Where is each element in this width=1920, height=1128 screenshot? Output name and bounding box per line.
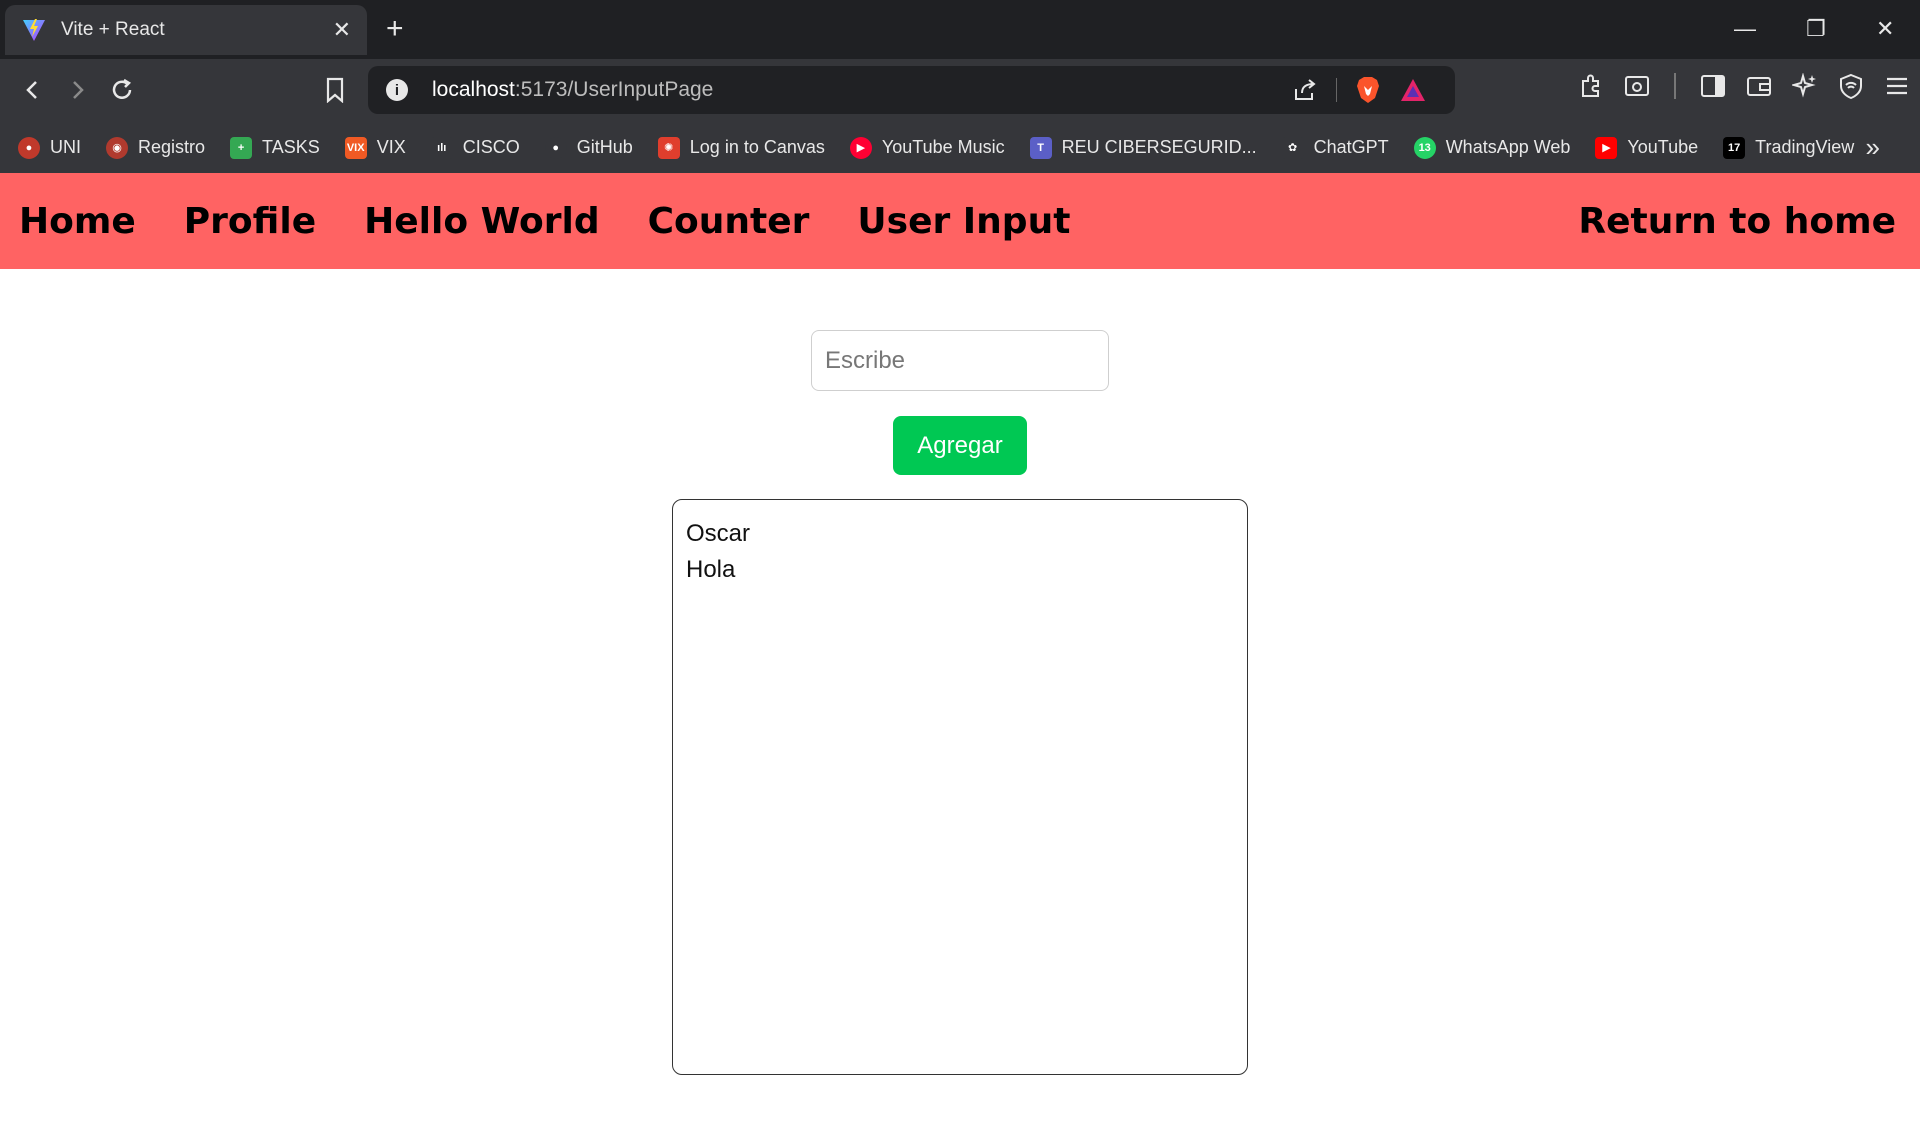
bookmark-label: YouTube	[1627, 137, 1699, 157]
extensions-icon[interactable]	[1578, 73, 1604, 99]
list-item: Hola	[686, 556, 736, 583]
bookmark-vix[interactable]: VIX VIX	[344, 136, 406, 159]
brave-rewards-icon[interactable]	[1399, 77, 1427, 103]
browser-tab-bar: Vite + React ✕ + — ❐ ✕	[0, 0, 1920, 59]
bookmark-whatsapp-web[interactable]: 13 WhatsApp Web	[1413, 136, 1571, 159]
bookmark-label: YouTube Music	[881, 137, 1005, 157]
reading-mode-icon[interactable]	[1624, 73, 1650, 99]
canvas-icon: ✺	[657, 136, 680, 159]
teams-icon: T	[1029, 136, 1052, 159]
bookmark-icon[interactable]	[318, 73, 352, 107]
bookmark-label: VIX	[376, 137, 406, 157]
bookmark-registro[interactable]: ◉ Registro	[106, 136, 206, 159]
uni-icon: ●	[18, 136, 40, 159]
add-button[interactable]: Agregar	[893, 416, 1027, 475]
app-navbar: Home Profile Hello World Counter User In…	[0, 173, 1920, 269]
bookmark-label: Registro	[138, 137, 206, 157]
leo-ai-icon[interactable]	[1792, 73, 1818, 99]
youtube-icon: ▶	[1595, 136, 1618, 159]
nav-profile-link[interactable]: Profile	[184, 201, 316, 242]
bookmark-chatgpt[interactable]: ✿ ChatGPT	[1281, 136, 1389, 159]
bookmark-label: TradingView	[1755, 137, 1855, 157]
bookmark-label: UNI	[50, 137, 81, 157]
youtube-music-icon: ▶	[849, 136, 872, 159]
new-tab-icon[interactable]: +	[386, 12, 404, 46]
text-input[interactable]	[811, 330, 1109, 391]
bookmark-label: REU CIBERSEGURID...	[1061, 137, 1257, 157]
window-close-icon[interactable]: ✕	[1876, 12, 1894, 46]
bookmark-label: TASKS	[262, 137, 320, 157]
restore-icon[interactable]: ❐	[1806, 12, 1826, 46]
tasks-icon: +	[230, 136, 253, 159]
whatsapp-icon: 13	[1413, 136, 1436, 159]
address-bar[interactable]: i localhost:5173/UserInputPage	[368, 66, 1455, 114]
bookmark-youtube-music[interactable]: ▶ YouTube Music	[849, 136, 1005, 159]
url-divider	[1336, 78, 1337, 102]
wallet-icon[interactable]	[1746, 73, 1772, 99]
browser-toolbar: i localhost:5173/UserInputPage	[0, 59, 1920, 122]
items-list: Oscar Hola	[672, 499, 1248, 1075]
bookmark-label: GitHub	[576, 137, 633, 157]
tradingview-icon: 17	[1723, 136, 1746, 159]
list-item: Oscar	[686, 520, 751, 547]
github-icon: ●	[544, 136, 567, 159]
toolbar-divider	[1674, 73, 1676, 99]
bookmark-label: WhatsApp Web	[1445, 137, 1571, 157]
back-icon[interactable]	[16, 73, 50, 107]
cisco-icon: ılı	[430, 136, 453, 159]
bookmark-youtube[interactable]: ▶ YouTube	[1595, 136, 1699, 159]
bookmark-label: ChatGPT	[1313, 137, 1389, 157]
bookmark-log-in-to-canvas[interactable]: ✺ Log in to Canvas	[657, 136, 825, 159]
reload-icon[interactable]	[105, 73, 139, 107]
bookmark-cisco[interactable]: ılı CISCO	[430, 136, 520, 159]
brave-shields-icon[interactable]	[1355, 76, 1381, 104]
sidebar-icon[interactable]	[1700, 73, 1726, 99]
bookmark-label: Log in to Canvas	[689, 137, 825, 157]
bookmark-tradingview[interactable]: 17 TradingView	[1723, 136, 1855, 159]
site-info-icon[interactable]: i	[386, 79, 408, 101]
browser-tab[interactable]: Vite + React ✕	[5, 5, 367, 55]
nav-hello-world-link[interactable]: Hello World	[364, 201, 600, 242]
url-path: :5173/UserInputPage	[514, 78, 714, 101]
menu-icon[interactable]	[1884, 73, 1910, 99]
forward-icon[interactable]	[60, 73, 94, 107]
tab-title: Vite + React	[61, 19, 165, 40]
nav-counter-link[interactable]: Counter	[648, 201, 810, 242]
bookmark-uni[interactable]: ● UNI	[18, 136, 81, 159]
share-icon[interactable]	[1292, 77, 1318, 103]
bookmark-github[interactable]: ● GitHub	[544, 136, 633, 159]
bookmark-label: CISCO	[462, 137, 520, 157]
url-host: localhost	[432, 78, 515, 101]
chatgpt-icon: ✿	[1281, 136, 1304, 159]
nav-user-input-link[interactable]: User Input	[857, 201, 1070, 242]
bookmarks-overflow-icon[interactable]: »	[1866, 132, 1880, 163]
vite-logo-icon	[23, 19, 45, 41]
tab-close-icon[interactable]: ✕	[333, 17, 351, 43]
vix-icon: VIX	[344, 136, 367, 159]
registro-icon: ◉	[106, 136, 128, 159]
nav-home-link[interactable]: Home	[19, 201, 136, 242]
bookmark-tasks[interactable]: + TASKS	[230, 136, 320, 159]
right-toolbar	[1578, 73, 1910, 99]
vpn-shield-icon[interactable]	[1838, 73, 1864, 99]
bookmark-reu-cibersegurid[interactable]: T REU CIBERSEGURID...	[1029, 136, 1257, 159]
minimize-icon[interactable]: —	[1734, 12, 1756, 46]
bookmarks-bar: ● UNI ◉ Registro + TASKS VIX VIX ılı CISCO ● GitHub…	[0, 122, 1920, 173]
return-to-home-link[interactable]: Return to home	[1578, 201, 1896, 242]
